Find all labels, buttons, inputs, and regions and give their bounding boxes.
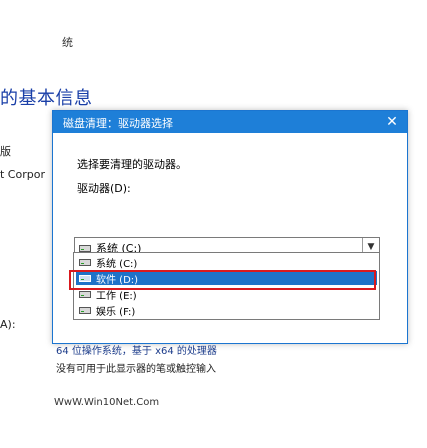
dialog-titlebar[interactable]: 磁盘清理：驱动器选择 ✕ [53, 111, 407, 133]
drive-label: 驱动器(D): [77, 182, 131, 195]
hard-drive-icon [79, 306, 91, 314]
background-value-corporation: t Corpor [0, 168, 45, 181]
drive-option-label: 软件 (D:) [96, 274, 139, 286]
system-info-heading: 的基本信息 [0, 88, 93, 109]
drive-option-label: 系统 (C:) [96, 258, 138, 270]
background-label-edition: 版 [0, 145, 11, 158]
drive-dropdown-list: 系统 (C:) 软件 (D:) 工作 (E:) 娱乐 (F:) [73, 252, 380, 320]
dialog-title: 磁盘清理：驱动器选择 [63, 117, 173, 130]
hard-drive-icon [79, 258, 91, 266]
hard-drive-icon [79, 244, 91, 252]
drive-option-label: 工作 (E:) [96, 290, 137, 302]
pen-touch-text: 没有可用于此显示器的笔或触控输入 [56, 364, 216, 375]
background-fragment-top: 统 [62, 36, 73, 49]
drive-option-label: 娱乐 (F:) [96, 306, 136, 318]
dialog-message: 选择要清理的驱动器。 [77, 158, 187, 171]
drive-option-c[interactable]: 系统 (C:) [76, 255, 377, 270]
close-icon[interactable]: ✕ [377, 111, 407, 133]
background-label-row: A): [0, 318, 16, 331]
system-type-text: 64 位操作系统，基于 x64 的处理器 [56, 346, 217, 357]
watermark-text: WwW.Win10Net.Com [54, 397, 160, 408]
hard-drive-icon [79, 290, 91, 298]
drive-option-f[interactable]: 娱乐 (F:) [76, 303, 377, 318]
drive-option-d[interactable]: 软件 (D:) [76, 271, 377, 286]
hard-drive-icon [79, 274, 91, 282]
drive-option-e[interactable]: 工作 (E:) [76, 287, 377, 302]
